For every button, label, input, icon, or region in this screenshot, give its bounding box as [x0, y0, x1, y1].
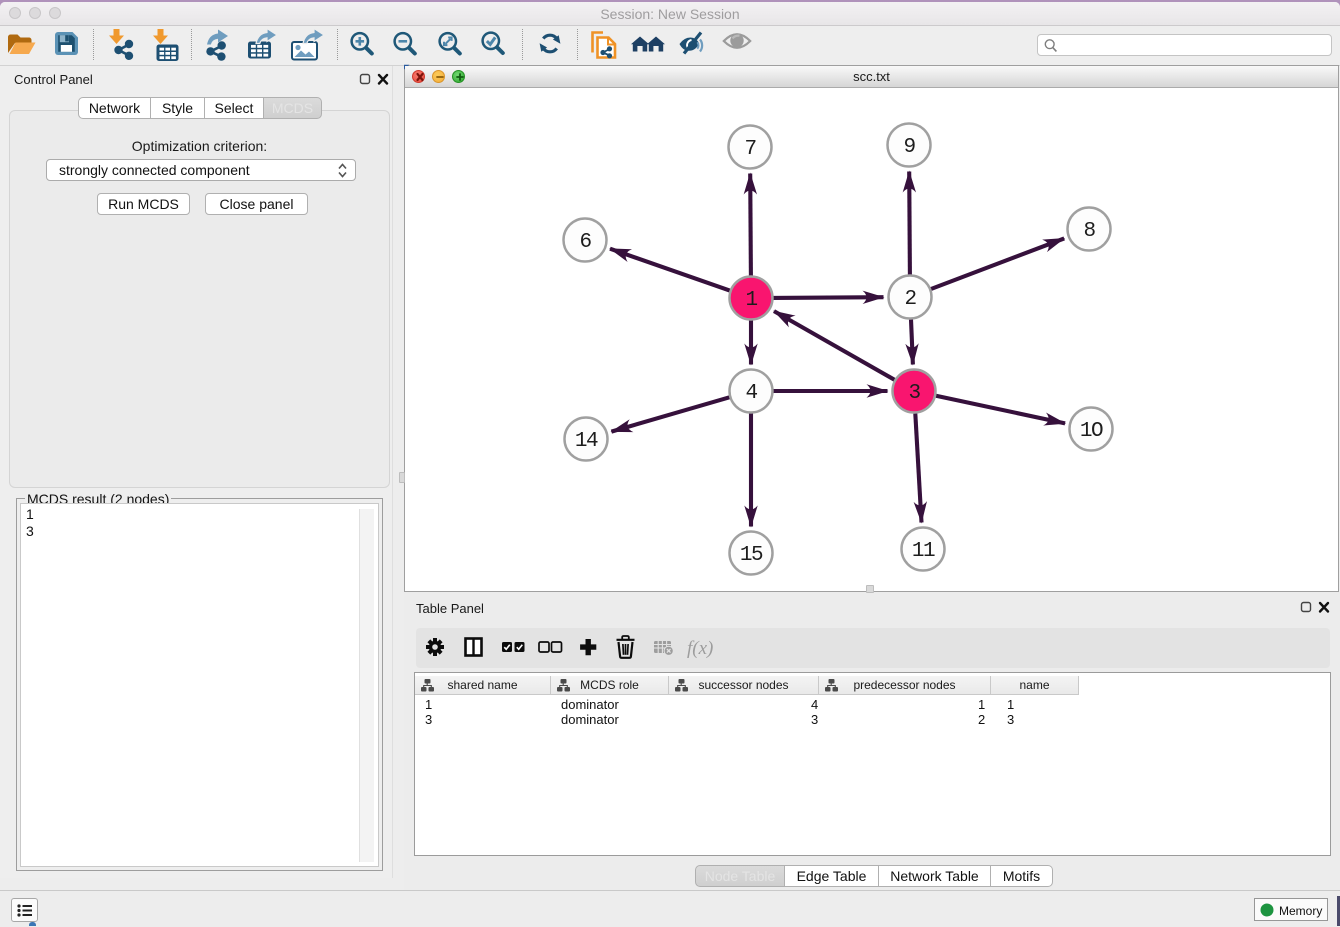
svg-text:f(x): f(x)	[687, 638, 713, 659]
svg-text:14: 14	[575, 430, 598, 453]
svg-text:1O: 1O	[1080, 420, 1103, 443]
svg-text:15: 15	[740, 544, 763, 567]
svg-text:7: 7	[744, 138, 755, 161]
svg-text:3: 3	[908, 382, 920, 405]
svg-text:1: 1	[745, 289, 757, 312]
svg-text:9: 9	[903, 136, 915, 159]
svg-text:2: 2	[904, 288, 916, 311]
svg-text:11: 11	[912, 540, 935, 563]
svg-text:4: 4	[745, 382, 757, 405]
svg-text:6: 6	[579, 231, 591, 254]
svg-text:8: 8	[1083, 220, 1095, 243]
